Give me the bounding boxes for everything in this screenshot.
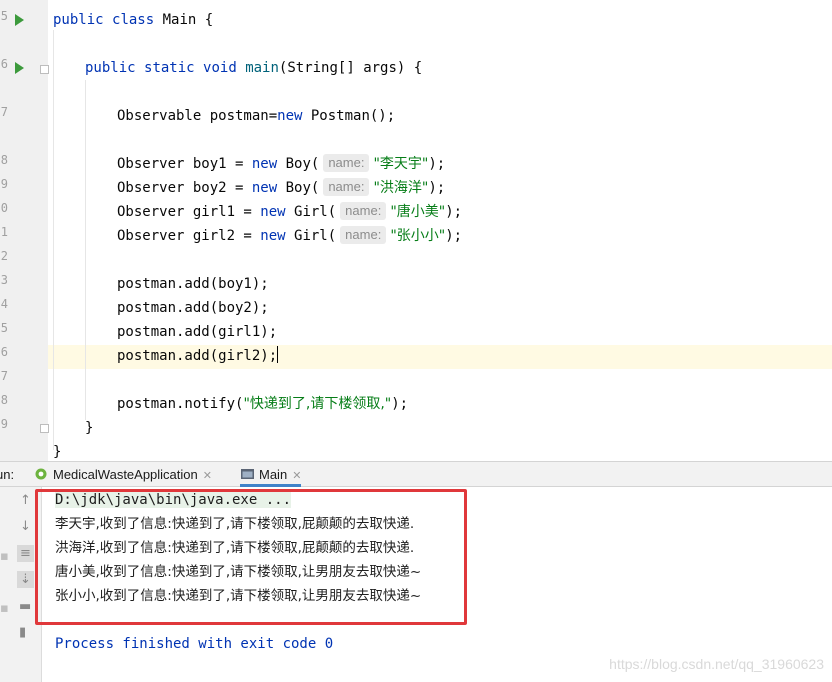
- line-number: 5: [0, 9, 8, 23]
- parameter-hint: name:: [323, 178, 370, 196]
- line-number: 8: [0, 153, 8, 167]
- run-method-icon[interactable]: [15, 62, 24, 74]
- code-line: Observer boy1 = new Boy(name: "李天宇");: [117, 154, 446, 172]
- code-line: postman.add(girl1);: [117, 324, 278, 340]
- code-line: public static void main(String[] args) {: [85, 60, 423, 76]
- watermark: https://blog.csdn.net/qq_31960623: [609, 656, 824, 672]
- close-icon[interactable]: ✕: [292, 470, 301, 482]
- line-number: 9: [0, 177, 8, 191]
- line-number: 8: [0, 393, 8, 407]
- editor-gutter: 5 6 7 8 9 0 1 2 3 4 5 6 7 8 9: [0, 0, 49, 461]
- trash-icon[interactable]: ▮: [19, 625, 26, 640]
- code-line: postman.add(boy1);: [117, 276, 269, 292]
- code-line: Observable postman=new Postman();: [117, 108, 396, 124]
- run-panel-header: un: MedicalWasteApplication✕ Main✕: [0, 461, 832, 487]
- line-number: 2: [0, 249, 8, 263]
- code-editor[interactable]: 5 6 7 8 9 0 1 2 3 4 5 6 7 8 9 public cla…: [0, 0, 832, 461]
- code-line: Observer girl2 = new Girl(name: "张小小");: [117, 226, 463, 244]
- print-icon[interactable]: ▬: [19, 599, 31, 614]
- code-line: Observer girl1 = new Girl(name: "唐小美");: [117, 202, 463, 220]
- run-class-icon[interactable]: [15, 14, 24, 26]
- code-line: Observer boy2 = new Boy(name: "洪海洋");: [117, 178, 446, 196]
- parameter-hint: name:: [340, 226, 387, 244]
- line-number: 7: [0, 369, 8, 383]
- line-number: 0: [0, 201, 8, 215]
- process-finished-line: Process finished with exit code 0: [55, 636, 334, 652]
- line-number: 9: [0, 417, 8, 431]
- code-line: postman.add(boy2);: [117, 300, 269, 316]
- line-number: 6: [0, 57, 8, 71]
- soft-wrap-icon[interactable]: ≡: [17, 545, 34, 562]
- fold-icon[interactable]: [40, 424, 49, 433]
- fold-icon[interactable]: [40, 65, 49, 74]
- annotation-highlight-box: [35, 489, 467, 625]
- console-icon: [241, 469, 254, 479]
- line-number: 6: [0, 345, 8, 359]
- run-label: un:: [0, 467, 15, 482]
- down-arrow-icon[interactable]: ↓: [20, 519, 31, 534]
- spring-boot-icon: [35, 468, 47, 480]
- side-icon: ▪: [0, 601, 9, 616]
- text-caret: [277, 346, 279, 363]
- tab-main[interactable]: Main ✕: [240, 462, 302, 487]
- code-line: }: [85, 420, 94, 436]
- code-line: }: [53, 444, 62, 460]
- line-number: 4: [0, 297, 8, 311]
- up-arrow-icon[interactable]: ↑: [20, 493, 31, 508]
- indent-guide: [53, 30, 54, 450]
- code-line: postman.notify("快递到了,请下楼领取,");: [117, 396, 409, 412]
- line-number: 5: [0, 321, 8, 335]
- parameter-hint: name:: [340, 202, 387, 220]
- code-line: public class Main {: [53, 12, 214, 28]
- code-line: postman.add(girl2);: [117, 346, 279, 364]
- tab-medical-waste-application[interactable]: MedicalWasteApplication ✕: [34, 462, 212, 487]
- close-icon[interactable]: ✕: [203, 470, 212, 482]
- line-number: 7: [0, 105, 8, 119]
- indent-guide: [85, 80, 86, 420]
- line-number: 3: [0, 273, 8, 287]
- parameter-hint: name:: [323, 154, 370, 172]
- side-icon: ▪: [0, 549, 9, 564]
- scroll-to-end-icon[interactable]: ⇣: [17, 571, 34, 588]
- line-number: 1: [0, 225, 8, 239]
